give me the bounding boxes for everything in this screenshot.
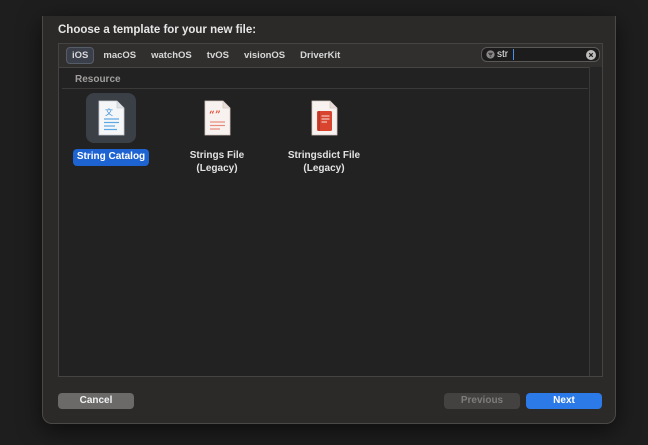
template-stringsdict-file[interactable]: Stringsdict File (Legacy)	[269, 93, 379, 176]
string-catalog-icon: 文	[98, 100, 125, 136]
svg-text:”: ”	[215, 110, 221, 121]
strings-file-icon: “ ”	[204, 100, 231, 136]
dialog-title: Choose a template for your new file:	[58, 24, 257, 36]
template-strings-file[interactable]: “ ” Strings File (Legacy)	[162, 93, 272, 176]
cancel-button[interactable]: Cancel	[58, 393, 134, 409]
section-divider	[62, 88, 588, 89]
svg-text:文: 文	[105, 107, 113, 117]
text-caret	[513, 49, 514, 60]
vertical-scrollbar[interactable]	[589, 67, 602, 376]
tab-visionos[interactable]: visionOS	[238, 47, 291, 64]
stringsdict-file-icon	[311, 100, 338, 136]
platform-tabs: iOS macOS watchOS tvOS visionOS DriverKi…	[66, 47, 346, 64]
template-label-line1: Stringsdict File	[287, 150, 361, 161]
template-label: Strings File (Legacy)	[186, 149, 248, 176]
template-label-line1: Strings File	[189, 150, 245, 161]
template-string-catalog[interactable]: 文 String Catalog	[56, 93, 166, 166]
template-search-field[interactable]	[481, 47, 600, 62]
template-chooser-sheet: Choose a template for your new file: iOS…	[42, 16, 616, 424]
template-tile[interactable]	[299, 93, 349, 143]
tab-driverkit[interactable]: DriverKit	[294, 47, 346, 64]
tab-macos[interactable]: macOS	[97, 47, 142, 64]
template-label: String Catalog	[72, 149, 150, 166]
template-tile[interactable]: “ ”	[192, 93, 242, 143]
section-header-resource: Resource	[75, 74, 121, 85]
template-label-line2: (Legacy)	[196, 162, 238, 174]
next-button[interactable]: Next	[526, 393, 602, 409]
template-label: Stringsdict File (Legacy)	[284, 149, 364, 176]
clear-icon[interactable]	[586, 49, 596, 60]
search-input[interactable]	[497, 48, 581, 61]
previous-button[interactable]: Previous	[444, 393, 520, 409]
filter-icon[interactable]	[486, 50, 495, 59]
tab-watchos[interactable]: watchOS	[145, 47, 198, 64]
template-tile[interactable]: 文	[86, 93, 136, 143]
tab-tvos[interactable]: tvOS	[201, 47, 235, 64]
template-panel: iOS macOS watchOS tvOS visionOS DriverKi…	[58, 43, 603, 377]
tab-ios[interactable]: iOS	[66, 47, 95, 64]
platform-filter-bar: iOS macOS watchOS tvOS visionOS DriverKi…	[59, 44, 602, 68]
template-label-line2: (Legacy)	[303, 162, 345, 174]
